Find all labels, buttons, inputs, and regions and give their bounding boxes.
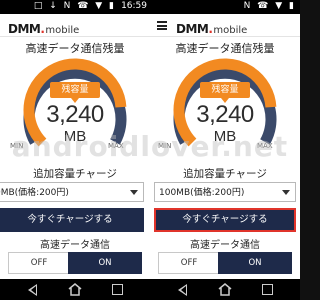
high-speed-toggle[interactable]: OFF ON [158, 252, 292, 274]
high-speed-toggle[interactable]: OFF ON [8, 252, 142, 274]
status-time: 16:59 [121, 1, 147, 11]
dmm-mobile-logo[interactable]: DMM.mobile [8, 18, 79, 37]
app-bar: DMM.mobile [150, 14, 300, 37]
home-icon[interactable] [218, 283, 232, 296]
menu-icon[interactable] [157, 21, 167, 30]
gauge-max-label: MAX [257, 142, 273, 150]
status-bar: N ☎ ▼ ▮ [150, 0, 300, 14]
section-title: 高速データ通信残量 [25, 42, 125, 55]
status-icons: N ☎ ▼ ▮ [243, 1, 296, 11]
toggle-on-option[interactable]: ON [218, 252, 292, 274]
remaining-badge: 残容量 [200, 82, 250, 103]
remaining-unit: MB [213, 128, 237, 145]
charge-now-button[interactable]: 今すぐチャージする [154, 208, 296, 232]
remaining-value: 3,240 [196, 101, 254, 128]
back-icon[interactable] [28, 284, 37, 296]
high-speed-title: 高速データ通信 [190, 240, 260, 251]
left-screen: □ ↓ N ☎ ▼ ▮ 16:59 DMM.mobile 高速データ通信残量 残… [0, 0, 150, 300]
recent-apps-icon[interactable] [262, 284, 273, 295]
charge-section-title: 追加容量チャージ [33, 168, 117, 180]
toggle-on-option[interactable]: ON [68, 252, 142, 274]
right-screen: N ☎ ▼ ▮ DMM.mobile 高速データ通信残量 残容量 3,240 M… [150, 0, 300, 300]
gauge-min-label: MIN [158, 142, 172, 150]
gauge-min-label: MIN [10, 142, 24, 150]
nav-bar [0, 279, 150, 300]
charge-amount-select[interactable]: 100MB(価格:200円) [154, 182, 296, 202]
toggle-off-option[interactable]: OFF [158, 252, 220, 274]
section-title: 高速データ通信残量 [175, 42, 275, 55]
charge-amount-value: 100MB(価格:200円) [159, 188, 245, 198]
toggle-off-option[interactable]: OFF [8, 252, 70, 274]
app-bar: DMM.mobile [0, 14, 150, 37]
charge-amount-value: 0MB(価格:200円) [0, 188, 69, 198]
gauge-max-label: MAX [108, 142, 124, 150]
chevron-down-icon [130, 190, 138, 195]
remaining-badge: 残容量 [50, 82, 100, 103]
charge-amount-select[interactable]: 0MB(価格:200円) [0, 182, 144, 202]
high-speed-title: 高速データ通信 [40, 240, 110, 251]
back-icon[interactable] [178, 284, 187, 296]
home-icon[interactable] [68, 283, 82, 296]
recent-apps-icon[interactable] [112, 284, 123, 295]
charge-now-button[interactable]: 今すぐチャージする [0, 208, 144, 232]
chevron-down-icon [282, 190, 290, 195]
nav-bar [150, 279, 300, 300]
status-bar: □ ↓ N ☎ ▼ ▮ 16:59 [0, 0, 150, 14]
remaining-value: 3,240 [46, 101, 104, 128]
charge-section-title: 追加容量チャージ [183, 168, 267, 180]
status-icons: □ ↓ N ☎ ▼ ▮ [33, 1, 116, 11]
dmm-mobile-logo[interactable]: DMM.mobile [176, 18, 247, 37]
